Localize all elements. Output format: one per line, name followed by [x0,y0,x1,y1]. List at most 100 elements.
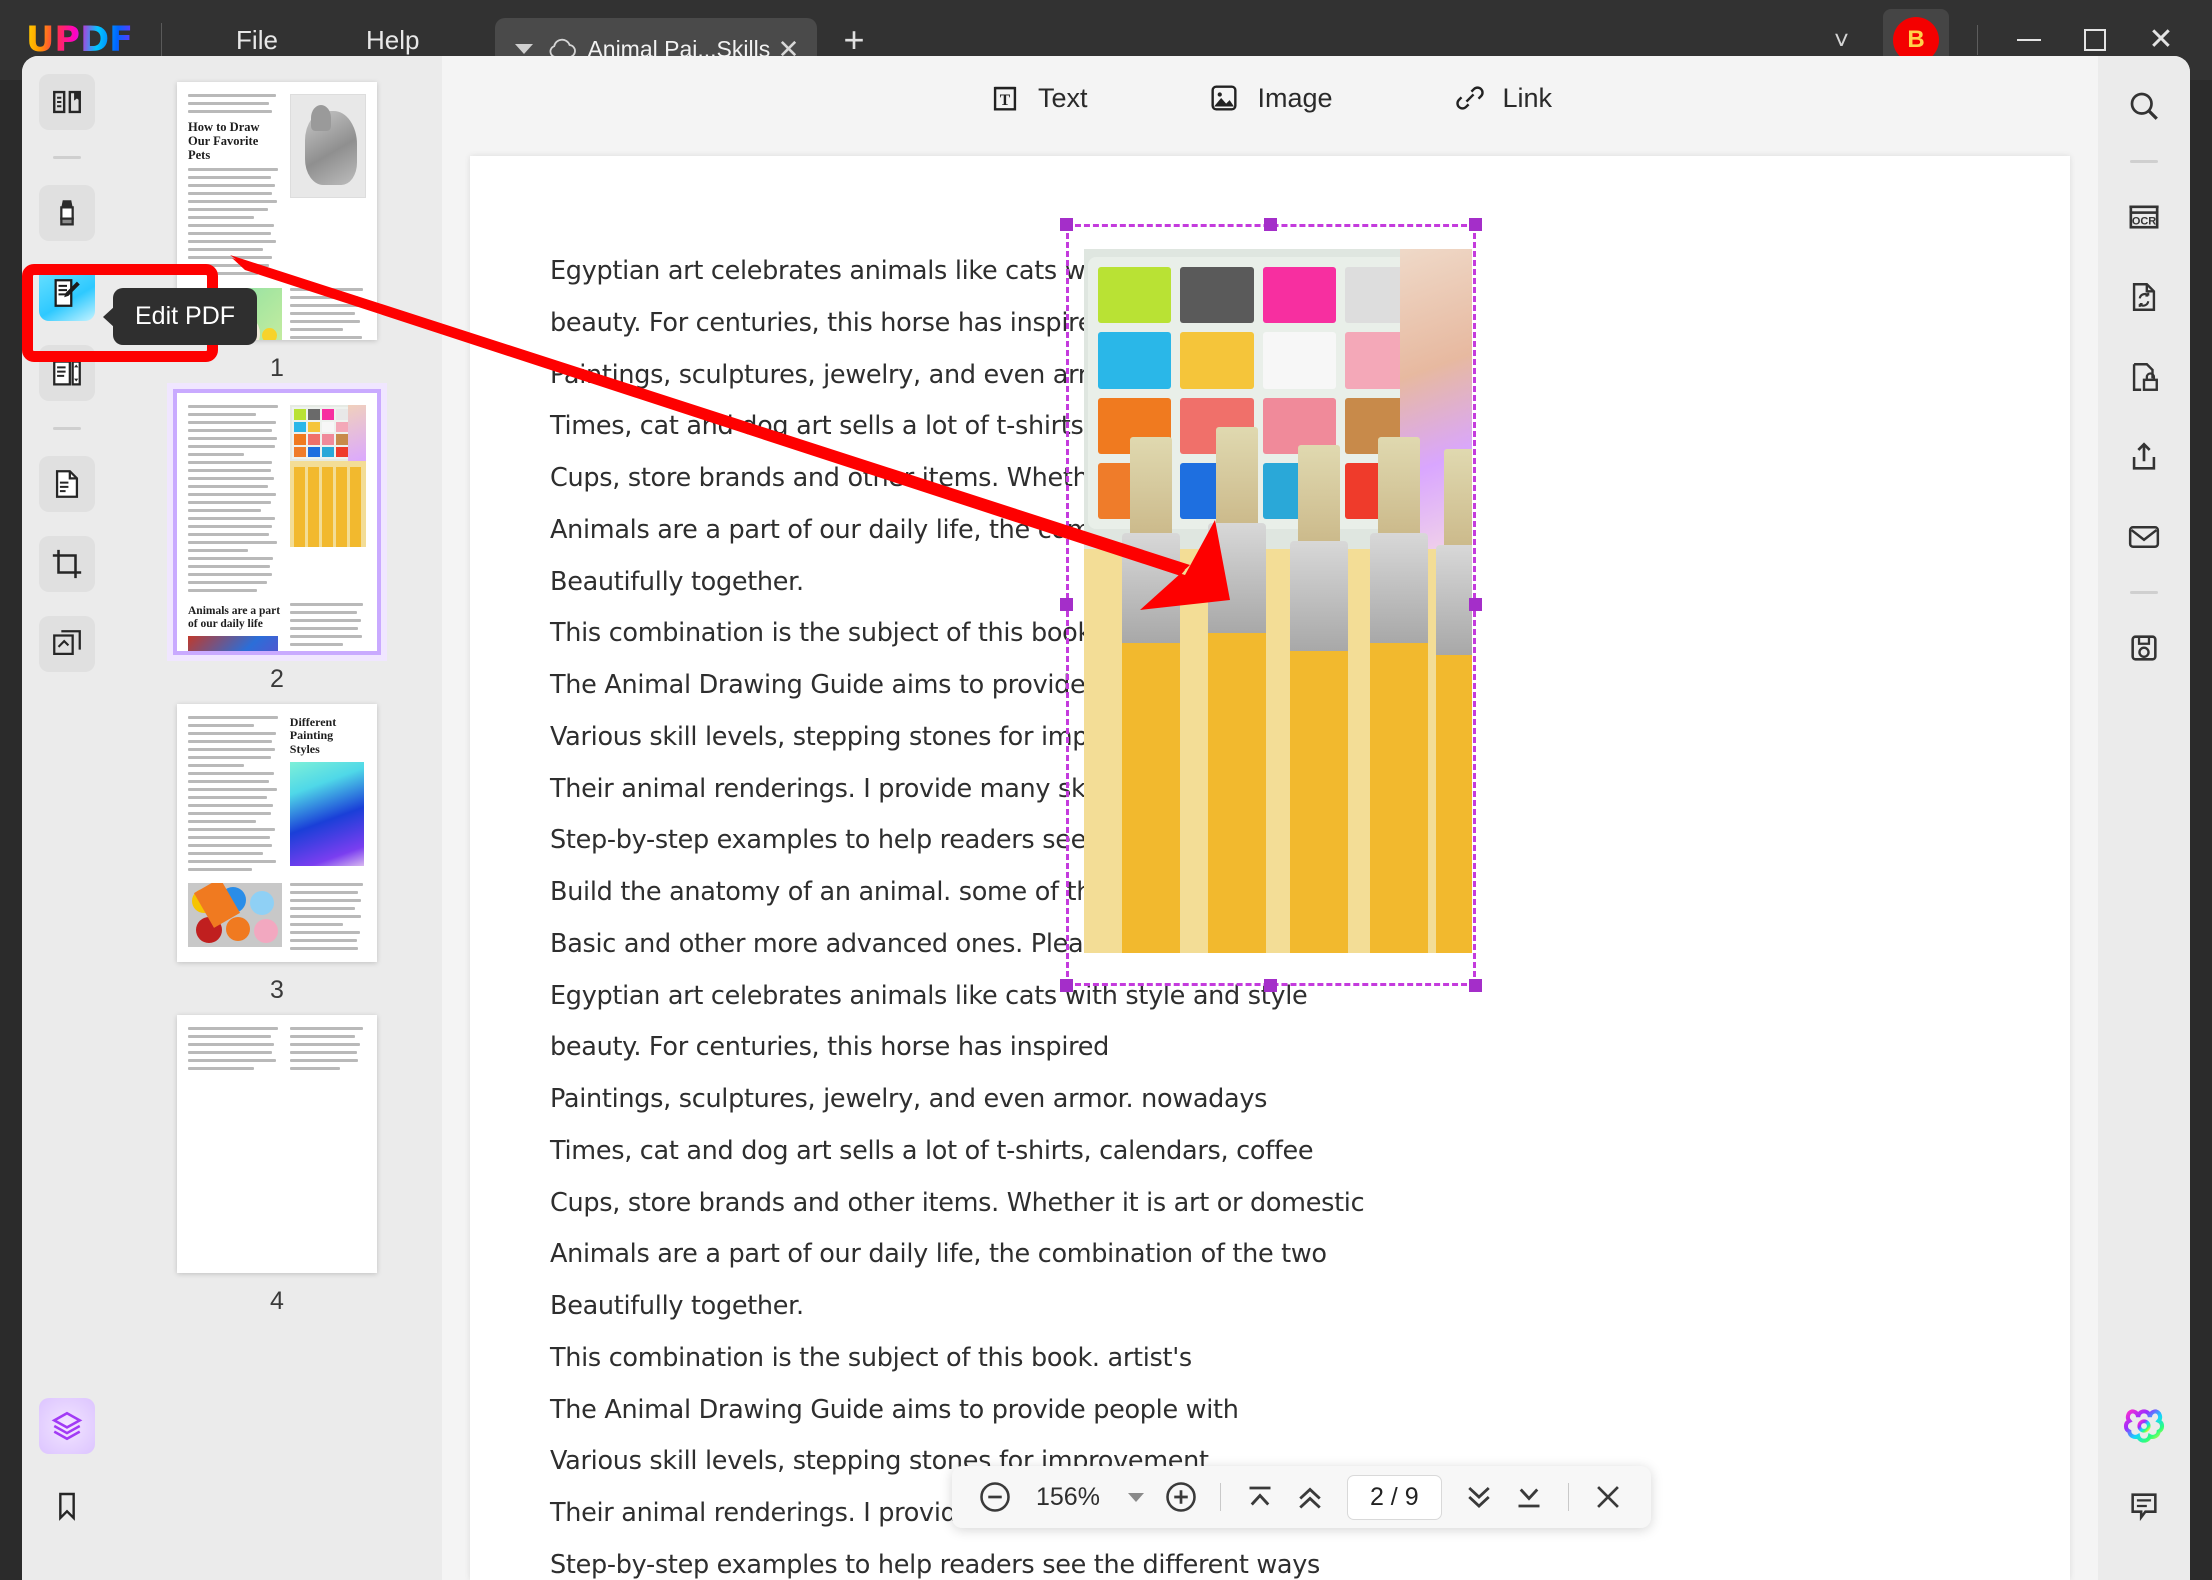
chevron-down-icon[interactable] [515,44,534,54]
document-viewer: T Text Image Link Egyptian art celebrate… [442,56,2098,1580]
page-text-line: Paintings, sculptures, jewelry, and even… [550,1084,1268,1114]
page-text-line: Cups, store brands and other items. Whet… [550,1187,1365,1218]
right-rail-bottom-group [2116,1398,2172,1580]
resize-handle-bottom-left[interactable] [1060,979,1073,992]
page-text-line: Beautifully together. [550,1291,804,1321]
updf-application-window: UPDF File Help Animal Pai...Skills_5-1 ✕… [0,0,2212,1580]
close-icon [1596,1486,1619,1508]
thumbnail-frame[interactable] [177,1015,377,1273]
thumbnail-preview: Animals are a part of our daily life [177,393,377,651]
sidebar-item-batch-ai[interactable] [39,1398,95,1454]
toolbar-divider [1219,1483,1221,1511]
new-tab-button[interactable]: + [843,19,864,61]
paint-cell [1180,267,1254,324]
page-text-line: Times, cat and dog art sells a lot of t-… [550,1135,1314,1166]
sidebar-item-bookmark[interactable] [39,1478,95,1534]
thumbnail-heading: How to Draw Our Favorite Pets [188,120,260,162]
lock-document-icon [2132,363,2158,391]
tool-ocr[interactable]: OCR [2116,189,2172,245]
first-page-button[interactable] [1237,1474,1283,1520]
previous-page-button[interactable] [1287,1474,1333,1520]
maximize-icon [2084,29,2106,51]
search-icon [2130,92,2158,120]
svg-text:OCR: OCR [2132,215,2156,227]
resize-handle-top-left[interactable] [1060,218,1073,231]
paint-cell [1180,332,1254,389]
last-page-button[interactable] [1506,1474,1552,1520]
edit-tool-link[interactable]: Link [1439,73,1567,123]
page-number-input[interactable]: 2 / 9 [1346,1474,1442,1520]
close-icon: ✕ [2148,23,2174,56]
thumbnail-preview [177,1015,377,1273]
zoom-out-button[interactable] [972,1474,1018,1520]
chevron-down-icon[interactable] [1127,1492,1144,1502]
thumbnail-number: 1 [270,354,284,382]
thumbnail-heading: Animals are a part of our daily life [188,605,281,630]
rail-divider [53,156,81,159]
sidebar-item-crop[interactable] [39,536,95,592]
link-icon [1455,86,1484,110]
sidebar-item-edit-pdf[interactable] [39,265,95,321]
resize-handle-middle-left[interactable] [1060,598,1073,611]
resize-handle-bottom-right[interactable] [1469,979,1482,992]
tool-convert[interactable] [2116,269,2172,325]
page-thumbnail-panel[interactable]: How to Draw Our Favorite Pets 1 Animals … [112,56,442,1580]
tooltip-edit-pdf: Edit PDF [113,288,258,345]
thumbnail-heading: Different Painting Styles [289,715,337,756]
resize-handle-top-center[interactable] [1264,218,1277,231]
zoom-in-button[interactable] [1158,1474,1204,1520]
zoom-in-icon [1166,1482,1196,1512]
rail-divider [2130,591,2158,594]
resize-handle-bottom-center[interactable] [1264,979,1277,992]
comment-bubble-icon [2131,1493,2157,1522]
tool-share[interactable] [2116,429,2172,485]
page-text-line: Step-by-step examples to help readers se… [550,1549,1320,1580]
sidebar-item-comment-markup[interactable] [39,185,95,241]
next-page-icon [1467,1486,1490,1508]
thumbnail-page-4[interactable]: 4 [112,1015,442,1316]
paintbrushes-image [1084,427,1472,953]
paint-cell [1098,267,1172,324]
selected-image-object[interactable] [1060,218,1482,992]
toolbar-divider [1567,1483,1569,1511]
save-icon [2131,635,2157,661]
thumbnail-page-2[interactable]: Animals are a part of our daily life 2 [112,389,442,694]
next-page-button[interactable] [1456,1474,1502,1520]
thumbnail-frame-selected[interactable]: Animals are a part of our daily life [173,389,381,655]
tool-comment[interactable] [2116,1478,2172,1534]
page-text-line: This combination is the subject of this … [550,1342,1192,1373]
thumbnail-page-3[interactable]: Different Painting Styles 3 [112,704,442,1005]
edit-tool-image[interactable]: Image [1193,73,1346,123]
first-page-icon [1249,1486,1271,1506]
updf-logo: UPDF [26,20,134,60]
resize-handle-middle-right[interactable] [1469,598,1482,611]
tool-search[interactable] [2116,78,2172,134]
edit-tool-text[interactable]: T Text [974,73,1102,123]
tool-protect[interactable] [2116,349,2172,405]
paint-cell [1262,267,1336,324]
close-toolbar-button[interactable] [1585,1474,1631,1520]
paint-cell [1098,332,1172,389]
sidebar-item-reader[interactable] [39,74,95,130]
zoom-out-icon [980,1482,1010,1512]
page-text-line: The Animal Drawing Guide aims to provide… [550,1394,1239,1425]
zoom-level-label[interactable]: 156% [1022,1483,1114,1512]
convert-icon [2132,283,2156,311]
page-text-line: Animals are a part of our daily life, th… [550,1239,1327,1270]
pdf-page[interactable]: Egyptian art celebrates animals like cat… [470,156,2070,1580]
window-divider [1977,25,1978,55]
tool-ai-assistant[interactable] [2116,1398,2172,1454]
paint-cell [1262,332,1336,389]
tool-save[interactable] [2116,620,2172,676]
sidebar-item-convert[interactable] [39,456,95,512]
sidebar-item-organize-pages[interactable] [39,345,95,401]
edit-tool-link-label: Link [1502,82,1553,113]
edit-tool-image-label: Image [1257,82,1333,113]
envelope-icon [2128,526,2160,548]
app-body: How to Draw Our Favorite Pets 1 Animals … [22,56,2190,1580]
image-content [1084,249,1472,953]
resize-handle-top-right[interactable] [1469,218,1482,231]
tool-email[interactable] [2116,509,2172,565]
thumbnail-frame[interactable]: Different Painting Styles [177,704,377,962]
sidebar-item-compare[interactable] [39,616,95,672]
